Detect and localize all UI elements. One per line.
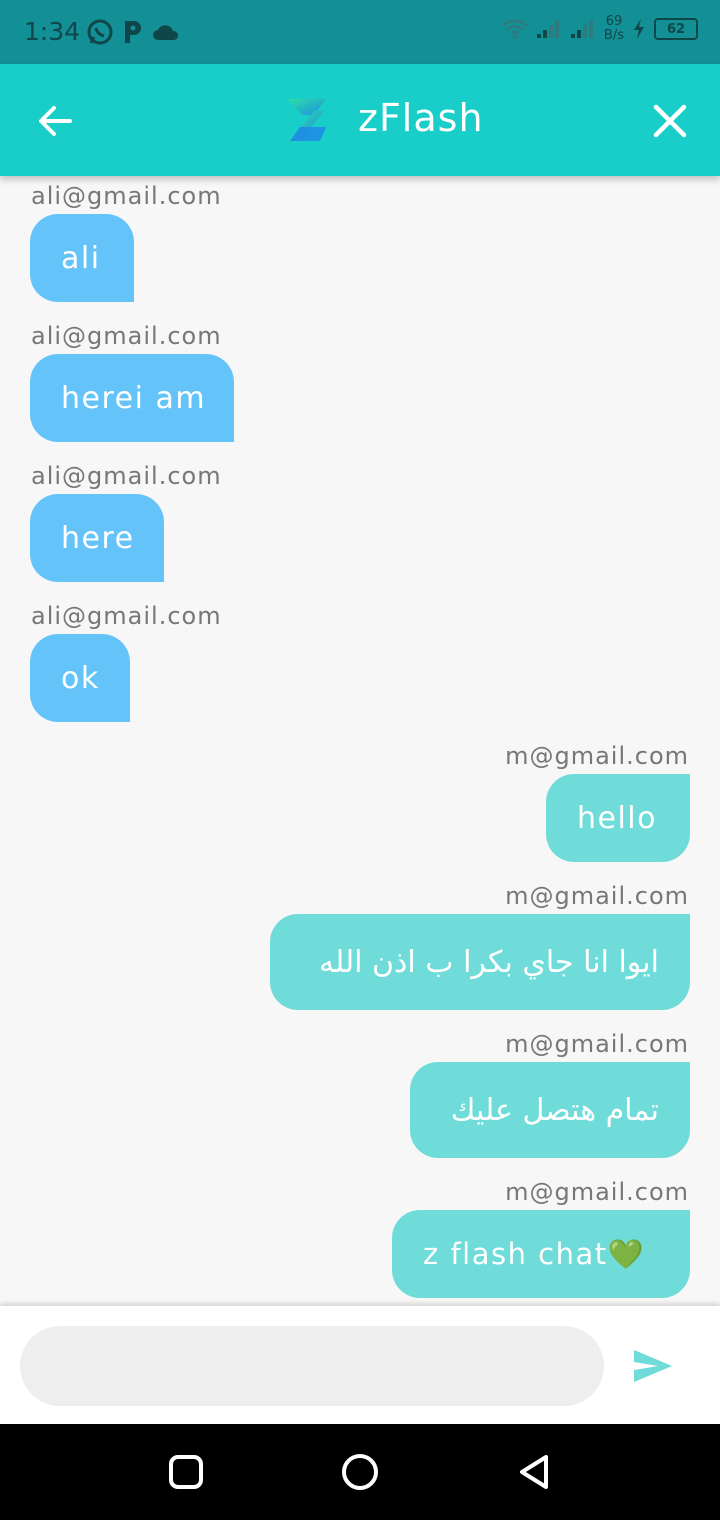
message-sender: ali@gmail.com <box>31 462 222 490</box>
cloud-icon <box>153 25 179 40</box>
message-bubble[interactable]: تمام هتصل عليك <box>410 1062 690 1158</box>
status-bar: 1:34 69 B/s 62 <box>0 0 720 64</box>
zflash-logo-icon <box>288 99 326 141</box>
close-icon[interactable] <box>650 101 690 141</box>
message-input[interactable] <box>20 1326 604 1406</box>
network-speed: 69 B/s <box>604 15 624 43</box>
network-speed-value: 69 <box>605 14 623 29</box>
network-speed-unit: B/s <box>603 28 624 43</box>
message-sender: ali@gmail.com <box>31 322 222 350</box>
notification-icons <box>86 18 180 46</box>
send-icon[interactable] <box>628 1344 676 1388</box>
message-bubble[interactable]: herei am <box>30 354 234 442</box>
whatsapp-icon <box>87 19 113 45</box>
system-nav-bar <box>0 1424 720 1520</box>
recent-apps-icon[interactable] <box>166 1452 206 1492</box>
message-sender: ali@gmail.com <box>31 602 222 630</box>
parking-app-icon <box>125 21 141 43</box>
message-list[interactable]: ali@gmail.com ali ali@gmail.com herei am… <box>0 176 720 1306</box>
message-sender: ali@gmail.com <box>31 182 222 210</box>
signal-2-icon <box>570 20 593 38</box>
message-bubble[interactable]: z flash chat💚 <box>392 1210 690 1298</box>
back-nav-icon[interactable] <box>514 1452 554 1492</box>
message-bubble[interactable]: ali <box>30 214 134 302</box>
message-bubble[interactable]: ايوا انا جاي بكرا ب اذن الله <box>270 914 690 1010</box>
message-bubble[interactable]: here <box>30 494 164 582</box>
charging-icon <box>634 19 644 39</box>
status-time: 1:34 <box>24 17 81 46</box>
battery-indicator: 62 <box>654 18 698 40</box>
wifi-icon <box>502 19 528 39</box>
message-sender: m@gmail.com <box>505 742 689 770</box>
signal-1-icon <box>536 20 559 38</box>
app-title: zFlash <box>358 96 484 140</box>
message-bubble[interactable]: hello <box>546 774 690 862</box>
home-icon[interactable] <box>340 1452 380 1492</box>
composer-bar <box>0 1306 720 1424</box>
message-sender: m@gmail.com <box>505 1030 689 1058</box>
app-bar: zFlash <box>0 64 720 176</box>
message-sender: m@gmail.com <box>505 1178 689 1206</box>
back-arrow-icon[interactable] <box>34 99 78 143</box>
message-bubble[interactable]: ok <box>30 634 130 722</box>
system-icons: 69 B/s 62 <box>502 15 698 43</box>
message-sender: m@gmail.com <box>505 882 689 910</box>
